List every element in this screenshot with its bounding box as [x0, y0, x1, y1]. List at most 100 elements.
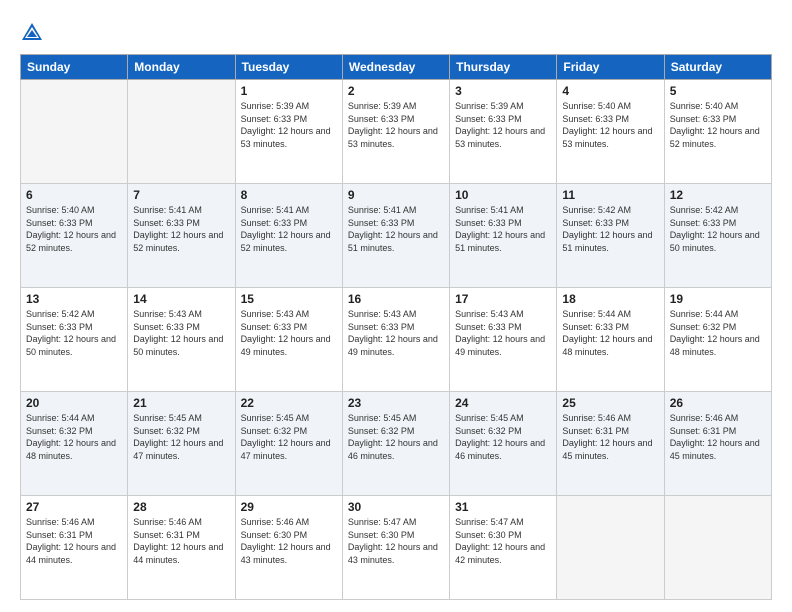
calendar-cell: 8Sunrise: 5:41 AMSunset: 6:33 PMDaylight…	[235, 184, 342, 288]
calendar-cell: 18Sunrise: 5:44 AMSunset: 6:33 PMDayligh…	[557, 288, 664, 392]
logo-icon	[20, 20, 44, 44]
calendar-cell	[664, 496, 771, 600]
calendar-cell: 23Sunrise: 5:45 AMSunset: 6:32 PMDayligh…	[342, 392, 449, 496]
calendar-cell: 24Sunrise: 5:45 AMSunset: 6:32 PMDayligh…	[450, 392, 557, 496]
cell-sun-info: Sunrise: 5:41 AMSunset: 6:33 PMDaylight:…	[455, 204, 551, 254]
calendar-week-row: 1 Sunrise: 5:39 AMSunset: 6:33 PMDaylight…	[21, 80, 772, 184]
cell-sun-info: Sunrise: 5:45 AMSunset: 6:32 PMDaylight:…	[241, 412, 337, 462]
day-number: 27	[26, 500, 122, 514]
calendar-table: SundayMondayTuesdayWednesdayThursdayFrid…	[20, 54, 772, 600]
day-number: 14	[133, 292, 229, 306]
calendar-cell: 9 Sunrise: 5:41 AMSunset: 6:33 PMDaylight…	[342, 184, 449, 288]
cell-sun-info: Sunrise: 5:39 AMSunset: 6:33 PMDaylight:…	[348, 100, 444, 150]
day-number: 2	[348, 84, 444, 98]
day-number: 9	[348, 188, 444, 202]
calendar-cell: 19 Sunrise: 5:44 AMSunset: 6:32 PMDayligh…	[664, 288, 771, 392]
cell-sun-info: Sunrise: 5:44 AMSunset: 6:32 PMDaylight:…	[670, 308, 766, 358]
day-number: 22	[241, 396, 337, 410]
cell-sun-info: Sunrise: 5:44 AMSunset: 6:32 PMDaylight:…	[26, 412, 122, 462]
day-number: 21	[133, 396, 229, 410]
cell-sun-info: Sunrise: 5:45 AMSunset: 6:32 PMDaylight:…	[455, 412, 551, 462]
calendar-cell: 13 Sunrise: 5:42 AMSunset: 6:33 PMDayligh…	[21, 288, 128, 392]
calendar-cell: 28 Sunrise: 5:46 AMSunset: 6:31 PMDayligh…	[128, 496, 235, 600]
page: SundayMondayTuesdayWednesdayThursdayFrid…	[0, 0, 792, 612]
calendar-week-row: 6 Sunrise: 5:40 AMSunset: 6:33 PMDaylight…	[21, 184, 772, 288]
calendar-cell: 20 Sunrise: 5:44 AMSunset: 6:32 PMDayligh…	[21, 392, 128, 496]
calendar-cell: 30 Sunrise: 5:47 AMSunset: 6:30 PMDayligh…	[342, 496, 449, 600]
calendar-weekday-header: Wednesday	[342, 55, 449, 80]
day-number: 15	[241, 292, 337, 306]
calendar-cell: 7 Sunrise: 5:41 AMSunset: 6:33 PMDaylight…	[128, 184, 235, 288]
cell-sun-info: Sunrise: 5:46 AMSunset: 6:30 PMDaylight:…	[241, 516, 337, 566]
cell-sun-info: Sunrise: 5:41 AMSunset: 6:33 PMDaylight:…	[348, 204, 444, 254]
calendar-cell: 25 Sunrise: 5:46 AMSunset: 6:31 PMDayligh…	[557, 392, 664, 496]
cell-sun-info: Sunrise: 5:40 AMSunset: 6:33 PMDaylight:…	[26, 204, 122, 254]
calendar-cell: 16 Sunrise: 5:43 AMSunset: 6:33 PMDayligh…	[342, 288, 449, 392]
day-number: 3	[455, 84, 551, 98]
day-number: 19	[670, 292, 766, 306]
day-number: 13	[26, 292, 122, 306]
calendar-cell: 4 Sunrise: 5:40 AMSunset: 6:33 PMDaylight…	[557, 80, 664, 184]
calendar-cell: 3Sunrise: 5:39 AMSunset: 6:33 PMDaylight…	[450, 80, 557, 184]
calendar-cell: 27 Sunrise: 5:46 AMSunset: 6:31 PMDayligh…	[21, 496, 128, 600]
day-number: 23	[348, 396, 444, 410]
day-number: 17	[455, 292, 551, 306]
cell-sun-info: Sunrise: 5:42 AMSunset: 6:33 PMDaylight:…	[26, 308, 122, 358]
cell-sun-info: Sunrise: 5:43 AMSunset: 6:33 PMDaylight:…	[133, 308, 229, 358]
calendar-weekday-header: Saturday	[664, 55, 771, 80]
calendar-header-row: SundayMondayTuesdayWednesdayThursdayFrid…	[21, 55, 772, 80]
calendar-cell	[21, 80, 128, 184]
cell-sun-info: Sunrise: 5:43 AMSunset: 6:33 PMDaylight:…	[348, 308, 444, 358]
calendar-week-row: 20 Sunrise: 5:44 AMSunset: 6:32 PMDayligh…	[21, 392, 772, 496]
day-number: 28	[133, 500, 229, 514]
calendar-weekday-header: Friday	[557, 55, 664, 80]
calendar-cell	[557, 496, 664, 600]
calendar-cell: 29 Sunrise: 5:46 AMSunset: 6:30 PMDayligh…	[235, 496, 342, 600]
calendar-cell: 5Sunrise: 5:40 AMSunset: 6:33 PMDaylight…	[664, 80, 771, 184]
cell-sun-info: Sunrise: 5:46 AMSunset: 6:31 PMDaylight:…	[26, 516, 122, 566]
day-number: 6	[26, 188, 122, 202]
day-number: 16	[348, 292, 444, 306]
calendar-cell: 31 Sunrise: 5:47 AMSunset: 6:30 PMDayligh…	[450, 496, 557, 600]
calendar-cell: 21Sunrise: 5:45 AMSunset: 6:32 PMDayligh…	[128, 392, 235, 496]
calendar-week-row: 13 Sunrise: 5:42 AMSunset: 6:33 PMDayligh…	[21, 288, 772, 392]
cell-sun-info: Sunrise: 5:43 AMSunset: 6:33 PMDaylight:…	[455, 308, 551, 358]
day-number: 31	[455, 500, 551, 514]
cell-sun-info: Sunrise: 5:46 AMSunset: 6:31 PMDaylight:…	[133, 516, 229, 566]
day-number: 25	[562, 396, 658, 410]
day-number: 4	[562, 84, 658, 98]
calendar-weekday-header: Thursday	[450, 55, 557, 80]
day-number: 30	[348, 500, 444, 514]
day-number: 12	[670, 188, 766, 202]
day-number: 29	[241, 500, 337, 514]
day-number: 26	[670, 396, 766, 410]
day-number: 7	[133, 188, 229, 202]
day-number: 20	[26, 396, 122, 410]
day-number: 8	[241, 188, 337, 202]
calendar-cell: 17 Sunrise: 5:43 AMSunset: 6:33 PMDayligh…	[450, 288, 557, 392]
cell-sun-info: Sunrise: 5:42 AMSunset: 6:33 PMDaylight:…	[670, 204, 766, 254]
calendar-cell: 22 Sunrise: 5:45 AMSunset: 6:32 PMDayligh…	[235, 392, 342, 496]
cell-sun-info: Sunrise: 5:47 AMSunset: 6:30 PMDaylight:…	[455, 516, 551, 566]
calendar-cell: 1 Sunrise: 5:39 AMSunset: 6:33 PMDaylight…	[235, 80, 342, 184]
cell-sun-info: Sunrise: 5:41 AMSunset: 6:33 PMDaylight:…	[133, 204, 229, 254]
calendar-cell: 10 Sunrise: 5:41 AMSunset: 6:33 PMDayligh…	[450, 184, 557, 288]
day-number: 10	[455, 188, 551, 202]
day-number: 11	[562, 188, 658, 202]
calendar-cell: 12 Sunrise: 5:42 AMSunset: 6:33 PMDayligh…	[664, 184, 771, 288]
cell-sun-info: Sunrise: 5:46 AMSunset: 6:31 PMDaylight:…	[670, 412, 766, 462]
calendar-cell: 15Sunrise: 5:43 AMSunset: 6:33 PMDayligh…	[235, 288, 342, 392]
calendar-cell: 11 Sunrise: 5:42 AMSunset: 6:33 PMDayligh…	[557, 184, 664, 288]
calendar-weekday-header: Sunday	[21, 55, 128, 80]
calendar-week-row: 27 Sunrise: 5:46 AMSunset: 6:31 PMDayligh…	[21, 496, 772, 600]
calendar-cell: 26 Sunrise: 5:46 AMSunset: 6:31 PMDayligh…	[664, 392, 771, 496]
cell-sun-info: Sunrise: 5:42 AMSunset: 6:33 PMDaylight:…	[562, 204, 658, 254]
header	[20, 18, 772, 44]
cell-sun-info: Sunrise: 5:47 AMSunset: 6:30 PMDaylight:…	[348, 516, 444, 566]
day-number: 1	[241, 84, 337, 98]
cell-sun-info: Sunrise: 5:40 AMSunset: 6:33 PMDaylight:…	[562, 100, 658, 150]
calendar-weekday-header: Monday	[128, 55, 235, 80]
logo	[20, 18, 48, 44]
cell-sun-info: Sunrise: 5:46 AMSunset: 6:31 PMDaylight:…	[562, 412, 658, 462]
cell-sun-info: Sunrise: 5:39 AMSunset: 6:33 PMDaylight:…	[241, 100, 337, 150]
